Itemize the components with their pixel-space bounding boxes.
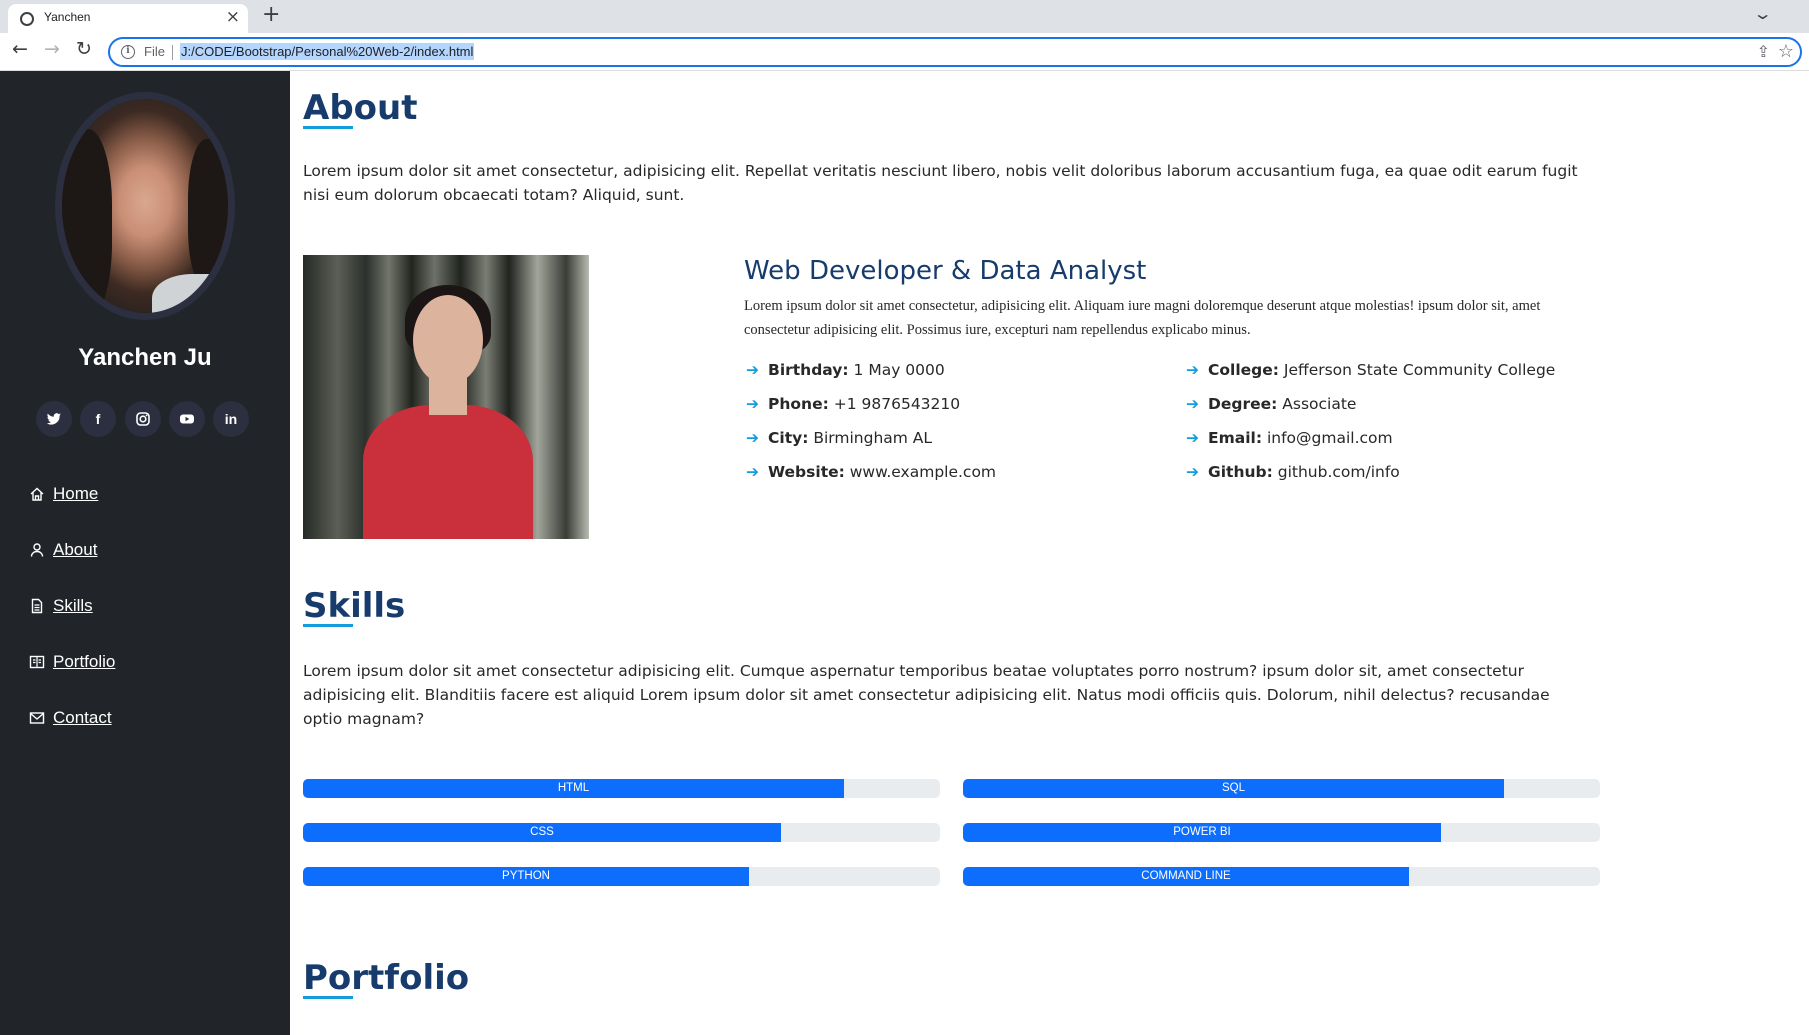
skill-bar-fill: SQL xyxy=(963,779,1504,798)
arrow-right-icon: ➔ xyxy=(1186,395,1199,413)
arrow-right-icon: ➔ xyxy=(746,463,759,481)
linkedin-icon[interactable]: in xyxy=(213,401,249,437)
skills-title-underline xyxy=(303,624,353,627)
nav-portfolio[interactable]: Portfolio xyxy=(29,652,115,676)
file-label: File xyxy=(144,44,165,59)
skill-bar-fill: PYTHON xyxy=(303,867,749,886)
instagram-icon[interactable] xyxy=(125,401,161,437)
arrow-right-icon: ➔ xyxy=(746,361,759,379)
facebook-icon[interactable]: f xyxy=(80,401,116,437)
tab-search-icon[interactable]: ⌄ xyxy=(1752,4,1772,23)
about-title-underline xyxy=(303,126,353,129)
divider xyxy=(172,45,173,60)
book-icon xyxy=(29,654,45,670)
new-tab-icon[interactable]: + xyxy=(262,2,280,27)
file-icon xyxy=(29,598,45,614)
info-website: ➔ Website: www.example.com xyxy=(746,463,997,481)
nav-contact[interactable]: Contact xyxy=(29,708,112,732)
arrow-right-icon: ➔ xyxy=(1186,361,1199,379)
person-icon xyxy=(29,542,45,558)
skill-bar-power-bi: POWER BI xyxy=(963,823,1600,842)
nav-home[interactable]: Home xyxy=(29,484,98,508)
browser-tab-bar: Yanchen × + ⌄ xyxy=(0,0,1809,33)
twitter-icon[interactable] xyxy=(36,401,72,437)
info-degree: ➔ Degree: Associate xyxy=(1186,395,1357,413)
profile-name: Yanchen Ju xyxy=(78,344,212,371)
skill-label: HTML xyxy=(557,782,590,794)
info-github: ➔ Github: github.com/info xyxy=(1186,463,1400,481)
home-icon xyxy=(29,486,45,502)
skill-label: COMMAND LINE xyxy=(1141,870,1231,882)
info-city: ➔ City: Birmingham AL xyxy=(746,429,933,447)
globe-icon xyxy=(20,12,34,26)
address-bar[interactable]: i File J:/CODE/Bootstrap/Personal%20Web-… xyxy=(108,37,1802,67)
arrow-right-icon: ➔ xyxy=(1186,429,1199,447)
youtube-icon[interactable] xyxy=(169,401,205,437)
browser-tab[interactable]: Yanchen × xyxy=(8,4,248,33)
forward-icon[interactable]: → xyxy=(44,38,60,60)
arrow-right-icon: ➔ xyxy=(746,429,759,447)
reload-icon[interactable]: ↻ xyxy=(76,38,92,60)
info-birthday: ➔ Birthday: 1 May 0000 xyxy=(746,361,945,379)
about-intro: Lorem ipsum dolor sit amet consectetur, … xyxy=(303,162,1578,204)
skill-bar-css: CSS xyxy=(303,823,940,842)
skills-intro: Lorem ipsum dolor sit amet consectetur a… xyxy=(303,662,1550,728)
skill-label: SQL xyxy=(1221,782,1245,794)
skill-bar-sql: SQL xyxy=(963,779,1600,798)
skills-title: Skills xyxy=(303,586,406,626)
info-icon[interactable]: i xyxy=(121,45,135,59)
info-college: ➔ College: Jefferson State Community Coll… xyxy=(1186,361,1556,379)
skill-bar-html: HTML xyxy=(303,779,940,798)
share-icon[interactable]: ⇪ xyxy=(1757,42,1770,61)
skill-bar-fill: POWER BI xyxy=(963,823,1441,842)
role-title: Web Developer & Data Analyst xyxy=(744,256,1147,286)
browser-toolbar: ← → ↻ i File J:/CODE/Bootstrap/Personal%… xyxy=(0,33,1809,71)
avatar xyxy=(55,92,235,320)
portfolio-title-underline xyxy=(303,996,353,999)
envelope-icon xyxy=(29,710,45,726)
nav-about[interactable]: About xyxy=(29,540,97,564)
arrow-right-icon: ➔ xyxy=(1186,463,1199,481)
info-email: ➔ Email: info@gmail.com xyxy=(1186,429,1393,447)
bookmark-star-icon[interactable]: ☆ xyxy=(1778,41,1794,62)
skill-bar-fill: CSS xyxy=(303,823,781,842)
skill-bar-python: PYTHON xyxy=(303,867,940,886)
skill-bar-fill: HTML xyxy=(303,779,844,798)
arrow-right-icon: ➔ xyxy=(746,395,759,413)
close-tab-icon[interactable]: × xyxy=(226,7,240,27)
portfolio-title: Portfolio xyxy=(303,958,470,998)
skill-bar-fill: COMMAND LINE xyxy=(963,867,1409,886)
back-icon[interactable]: ← xyxy=(12,38,28,60)
sidebar: Yanchen Ju f in Home About Skills Portfo… xyxy=(0,71,290,1035)
profile-photo xyxy=(303,255,589,539)
skill-label: CSS xyxy=(530,826,554,838)
tab-title: Yanchen xyxy=(44,10,91,24)
role-description: Lorem ipsum dolor sit amet consectetur, … xyxy=(744,298,1541,338)
nav-skills[interactable]: Skills xyxy=(29,596,93,620)
skill-bar-command-line: COMMAND LINE xyxy=(963,867,1600,886)
url-text[interactable]: J:/CODE/Bootstrap/Personal%20Web-2/index… xyxy=(180,43,475,60)
skill-label: POWER BI xyxy=(1173,826,1231,838)
about-title: About xyxy=(303,88,418,128)
skill-label: PYTHON xyxy=(502,870,550,882)
info-phone: ➔ Phone: +1 9876543210 xyxy=(746,395,961,413)
